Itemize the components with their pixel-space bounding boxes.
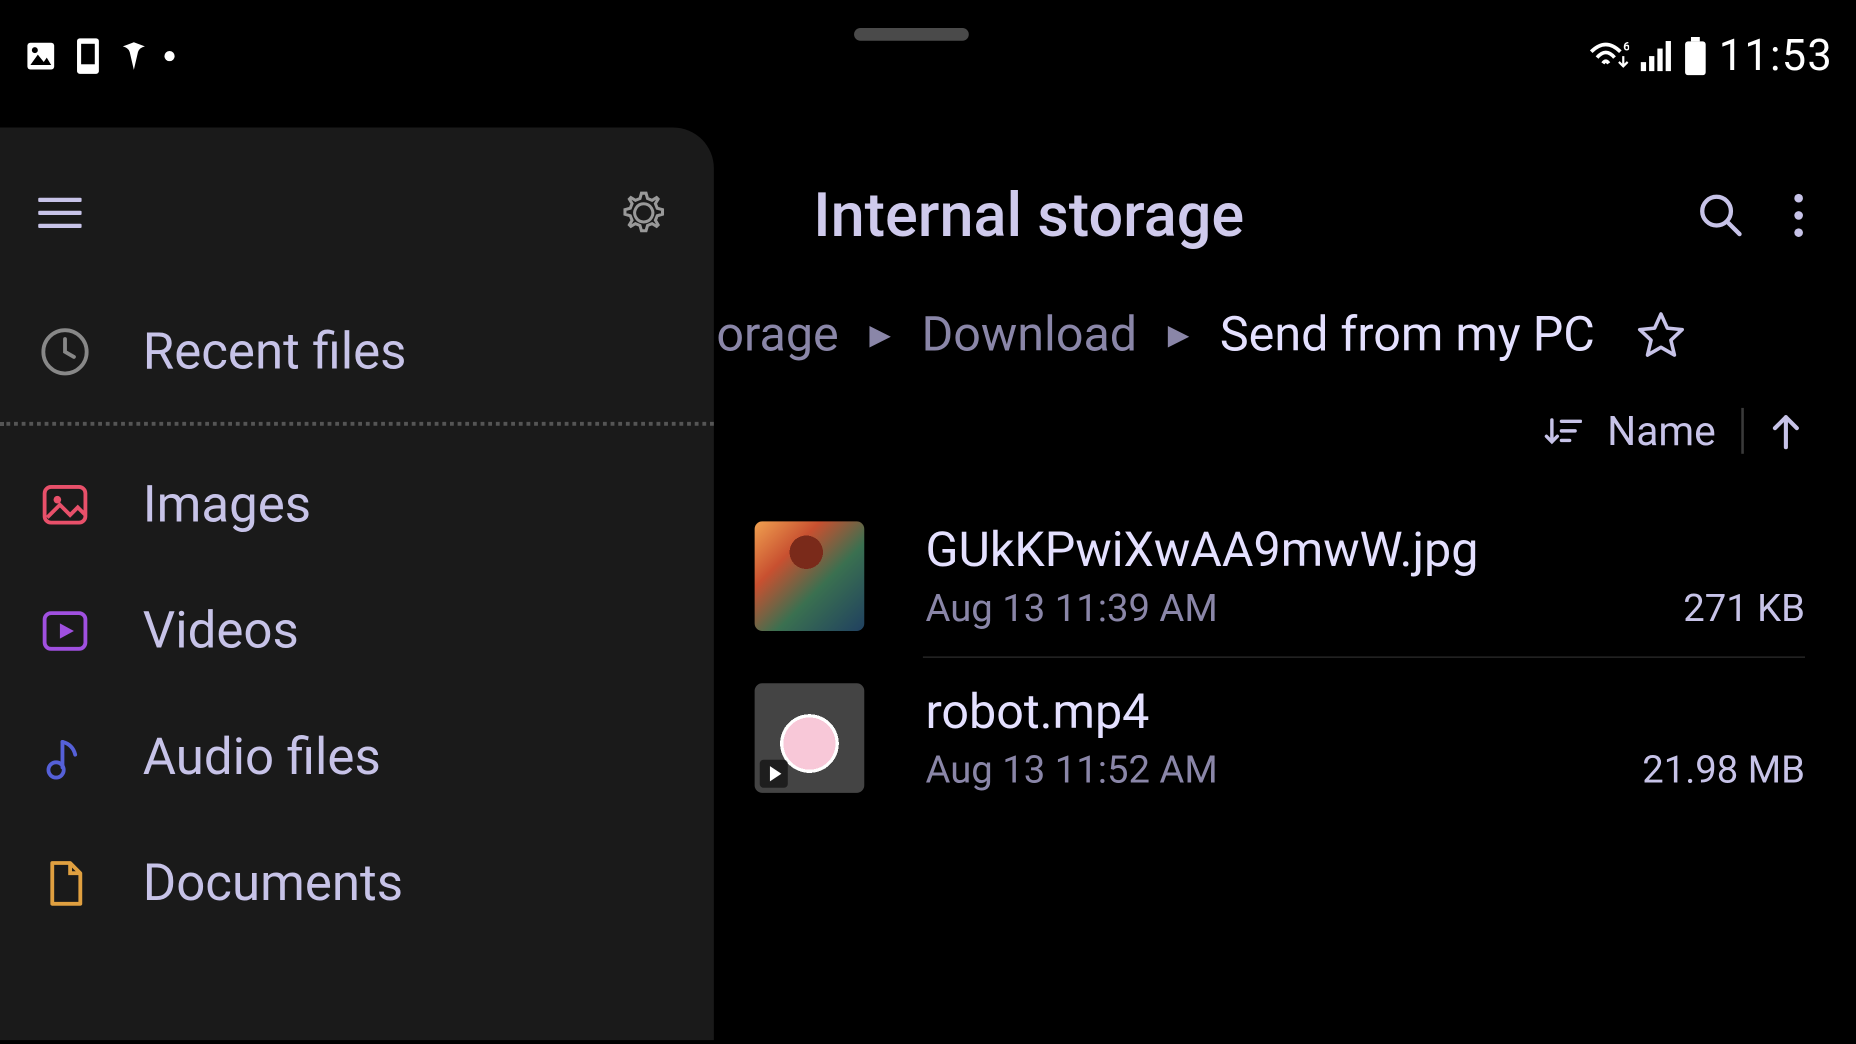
status-bar: 6 11:53 [0,31,1856,82]
picture-icon [23,38,59,74]
file-size: 21.98 MB [1642,748,1805,793]
file-list: GUkKPwiXwAA9mwW.jpg Aug 13 11:39 AM 271 … [755,496,1805,819]
sidebar-item-audio[interactable]: Audio files [0,693,714,819]
file-row[interactable]: robot.mp4 Aug 13 11:52 AM 21.98 MB [755,658,1805,819]
file-date: Aug 13 11:39 AM [925,586,1217,631]
breadcrumb: orage ▶ Download ▶ Send from my PC [716,307,1805,363]
page-title: Internal storage [813,178,1244,251]
status-icons-right: 6 11:53 [1589,31,1833,82]
sidebar-item-images[interactable]: Images [0,441,714,567]
sidebar-item-label: Audio files [143,727,381,787]
chevron-right-icon: ▶ [1168,319,1190,351]
status-icons-left [23,37,176,75]
document-icon [38,856,92,910]
sidebar-item-recent[interactable]: Recent files [0,288,714,414]
crumb-current: Send from my PC [1220,307,1595,363]
signal-icon [1640,41,1673,72]
sidebar-item-documents[interactable]: Documents [0,820,714,946]
sort-label[interactable]: Name [1607,407,1716,455]
sidebar-item-label: Recent files [143,321,407,381]
sidebar-item-videos[interactable]: Videos [0,567,714,693]
divider [1741,408,1744,454]
arrow-up-icon[interactable] [1769,412,1802,450]
file-date: Aug 13 11:52 AM [925,748,1217,793]
file-size: 271 KB [1683,586,1805,631]
thumbnail-icon [755,521,865,631]
sidebar-item-label: Videos [143,600,299,660]
sidebar: Recent files Images Videos Audio fil [0,127,714,1040]
tesla-icon [117,38,150,74]
music-note-icon [38,730,92,784]
sort-icon[interactable] [1543,414,1581,447]
svg-text:6: 6 [1624,40,1630,54]
wifi-icon: 6 [1589,40,1630,73]
chevron-right-icon: ▶ [869,319,891,351]
search-icon[interactable] [1698,192,1744,238]
phone-sync-icon [71,37,104,75]
thumbnail-icon [755,683,865,793]
crumb[interactable]: Download [921,307,1137,363]
crumb[interactable]: orage [716,307,838,363]
image-icon [38,477,92,531]
sort-bar: Name [813,407,1805,455]
device-frame: 6 11:53 [0,0,1856,1040]
sidebar-item-label: Images [143,474,311,534]
hamburger-icon[interactable] [38,195,81,231]
file-name: GUkKPwiXwAA9mwW.jpg [925,522,1805,578]
divider [0,422,714,426]
gear-icon[interactable] [620,189,668,237]
more-icon[interactable] [1792,192,1805,238]
dot-icon [163,50,176,63]
star-icon[interactable] [1636,310,1687,361]
status-time: 11:53 [1719,31,1833,82]
file-row[interactable]: GUkKPwiXwAA9mwW.jpg Aug 13 11:39 AM 271 … [755,496,1805,657]
clock-icon [38,324,92,378]
sidebar-item-label: Documents [143,853,403,913]
main-panel: Internal storage orage ▶ Download ▶ Send… [714,127,1856,1040]
play-badge-icon [760,760,788,788]
file-name: robot.mp4 [925,684,1805,740]
battery-icon [1683,37,1708,75]
video-icon [38,604,92,658]
